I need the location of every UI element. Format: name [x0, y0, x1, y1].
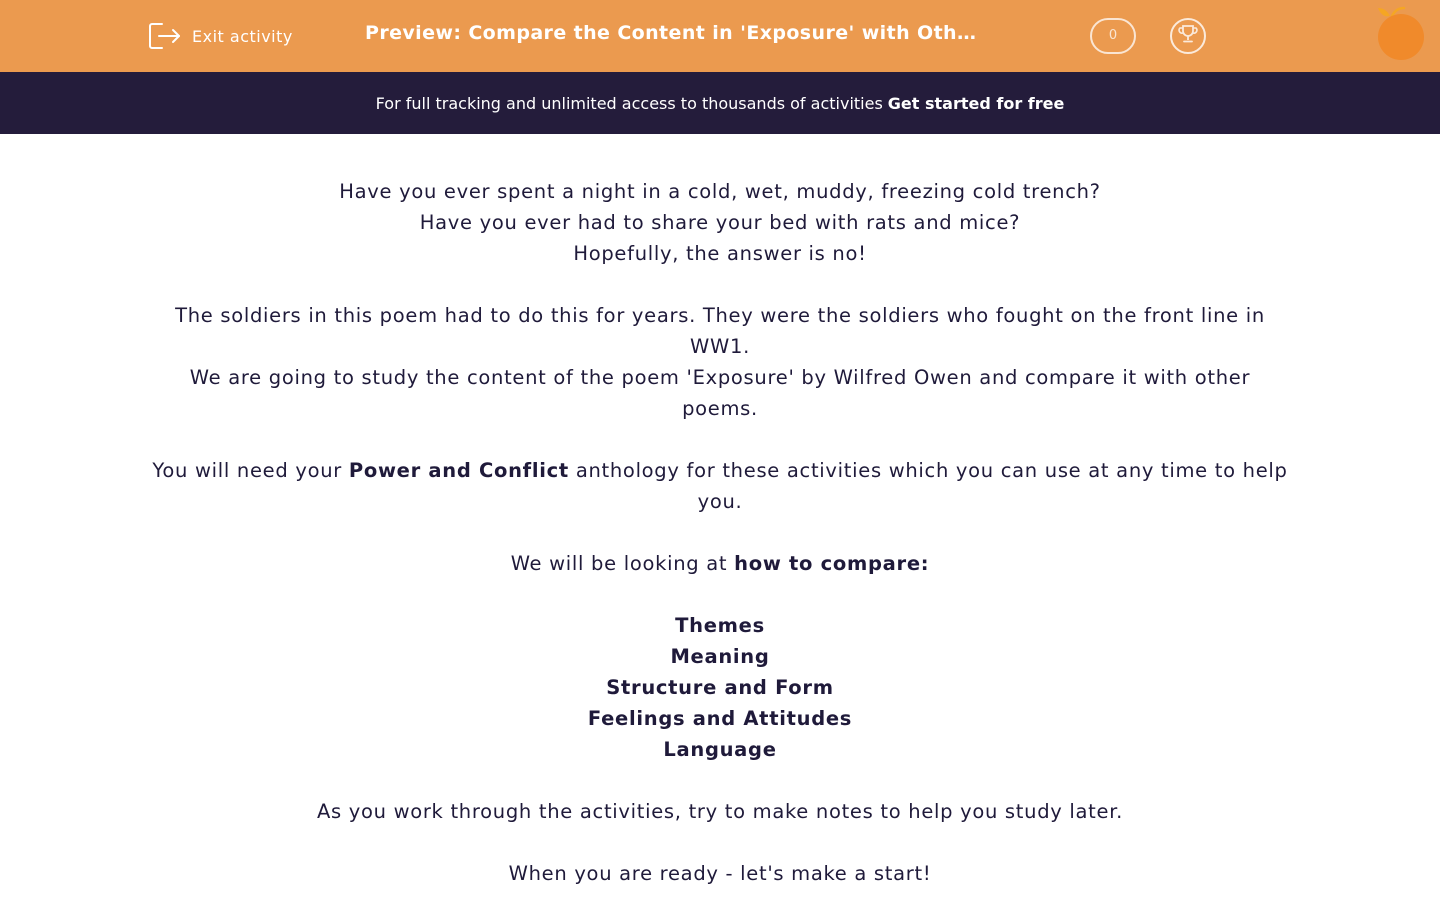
activity-intro: Have you ever spent a night in a cold, w… — [150, 176, 1290, 889]
looking-paragraph: We will be looking at how to compare: — [510, 552, 930, 575]
trophy-button[interactable] — [1170, 18, 1206, 54]
page-title: Preview: Compare the Content in 'Exposur… — [365, 22, 985, 44]
topic-item: Language — [663, 738, 777, 761]
intro-line: Hopefully, the answer is no! — [573, 242, 867, 265]
exit-activity-button[interactable]: Exit activity — [148, 20, 293, 52]
orange-logo[interactable] — [1372, 4, 1428, 62]
topic-item: Feelings and Attitudes — [587, 707, 853, 730]
study-paragraph: We are going to study the content of the… — [189, 366, 1251, 420]
score-counter: 0 — [1090, 18, 1136, 54]
trophy-icon — [1177, 23, 1199, 49]
topic-item: Themes — [675, 614, 765, 637]
exit-icon — [148, 21, 182, 51]
soldiers-paragraph: The soldiers in this poem had to do this… — [175, 304, 1265, 358]
anthology-name: Power and Conflict — [348, 459, 569, 482]
get-started-link[interactable]: Get started for free — [888, 94, 1065, 113]
upgrade-banner: For full tracking and unlimited access t… — [0, 72, 1440, 134]
topic-item: Meaning — [670, 645, 770, 668]
exit-activity-label: Exit activity — [192, 26, 293, 46]
intro-line: Have you ever spent a night in a cold, w… — [339, 180, 1101, 203]
topic-item: Structure and Form — [606, 676, 834, 699]
anthology-paragraph: You will need your Power and Conflict an… — [152, 459, 1288, 513]
looking-bold: how to compare: — [734, 552, 930, 575]
ready-paragraph: When you are ready - let's make a start! — [508, 862, 932, 885]
banner-text: For full tracking and unlimited access t… — [375, 93, 883, 113]
intro-line: Have you ever had to share your bed with… — [419, 211, 1021, 234]
notes-paragraph: As you work through the activities, try … — [316, 800, 1124, 823]
top-bar: Exit activity Preview: Compare the Conte… — [0, 0, 1440, 72]
